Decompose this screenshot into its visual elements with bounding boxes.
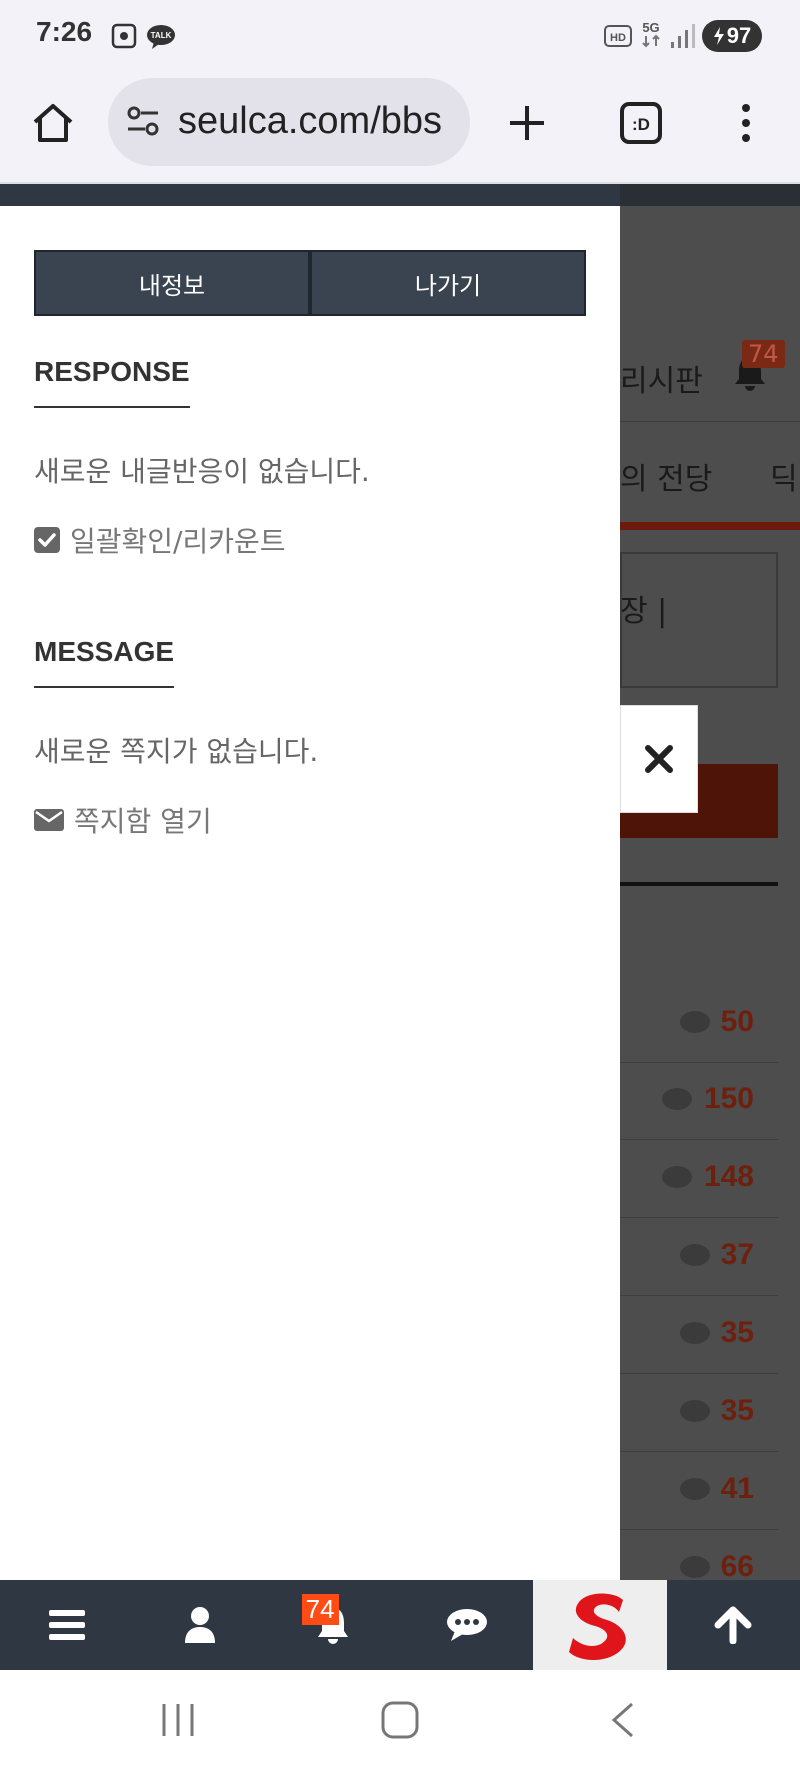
envelope-icon xyxy=(34,809,64,831)
comment-bubble-icon xyxy=(662,1088,692,1110)
background-list-row: 66 xyxy=(620,1532,778,1580)
arrow-up-icon xyxy=(714,1606,752,1644)
background-tab-text-2: 딕 xyxy=(770,462,798,497)
new-tab-icon[interactable] xyxy=(506,102,548,148)
background-list-row: 41 xyxy=(620,1454,778,1530)
comment-bubble-icon xyxy=(680,1400,710,1422)
background-list-row: 150 xyxy=(620,1064,778,1140)
background-box-text: 장 | xyxy=(620,594,668,629)
background-top-band xyxy=(620,184,800,206)
panel-button-row: 내정보 나가기 xyxy=(34,250,586,316)
comment-count: 50 xyxy=(720,1005,754,1038)
address-bar[interactable]: seulca.com/bbs xyxy=(108,78,470,166)
comment-bubble-icon xyxy=(662,1166,692,1188)
comment-bubble-icon xyxy=(680,1322,710,1344)
comment-count: 37 xyxy=(720,1238,754,1271)
background-list-row: 148 xyxy=(620,1142,778,1218)
response-empty-text: 새로운 내글반응이 없습니다. xyxy=(34,455,370,488)
my-info-button[interactable]: 내정보 xyxy=(34,250,310,316)
chat-icon xyxy=(446,1609,487,1641)
comment-bubble-icon xyxy=(680,1011,710,1033)
signal-icon xyxy=(670,22,696,54)
background-tab-text: 의 전당 xyxy=(620,462,713,497)
screenshot-icon xyxy=(110,22,138,54)
notification-badge: 74 xyxy=(301,1594,339,1625)
comment-count: 148 xyxy=(703,1160,754,1193)
scroll-top-button[interactable] xyxy=(667,1580,800,1670)
comment-count: 150 xyxy=(703,1082,754,1115)
browser-toolbar: seulca.com/bbs :D xyxy=(0,72,800,184)
menu-button[interactable] xyxy=(0,1580,133,1670)
message-section-title: MESSAGE xyxy=(34,636,175,688)
site-settings-icon[interactable] xyxy=(124,102,162,144)
comment-count: 35 xyxy=(720,1316,754,1349)
tab-switcher-icon[interactable]: :D xyxy=(618,100,664,150)
background-red-line xyxy=(620,522,800,530)
open-inbox-label: 쪽지함 열기 xyxy=(74,805,212,838)
recent-apps-icon[interactable] xyxy=(158,1700,198,1744)
close-icon xyxy=(645,745,673,773)
background-list-row: 37 xyxy=(620,1220,778,1296)
background-list-row: 50 xyxy=(620,987,778,1063)
comment-bubble-icon xyxy=(680,1478,710,1500)
menu-icon xyxy=(48,1610,85,1640)
user-icon xyxy=(184,1607,215,1643)
charging-icon xyxy=(713,27,724,45)
user-button[interactable] xyxy=(133,1580,266,1670)
background-divider xyxy=(620,882,778,886)
background-list-row: 35 xyxy=(620,1376,778,1452)
checkbox-checked-icon xyxy=(34,527,60,553)
network-5g-icon: 5G xyxy=(638,18,664,56)
close-panel-button[interactable] xyxy=(620,705,698,813)
message-empty-text: 새로운 쪽지가 없습니다. xyxy=(34,735,319,768)
open-inbox-link[interactable]: 쪽지함 열기 xyxy=(34,800,212,840)
logout-button[interactable]: 나가기 xyxy=(310,250,586,316)
comment-count: 66 xyxy=(720,1550,754,1580)
battery-indicator: 97 xyxy=(702,20,762,52)
home-icon[interactable] xyxy=(30,100,76,150)
back-icon[interactable] xyxy=(608,1700,638,1744)
more-options-icon[interactable] xyxy=(736,100,756,150)
response-section-title: RESPONSE xyxy=(34,356,190,408)
comment-count: 35 xyxy=(720,1394,754,1427)
bottom-app-nav: 74 xyxy=(0,1580,800,1670)
comment-count: 41 xyxy=(720,1472,754,1505)
svg-text:HD: HD xyxy=(610,32,626,44)
chat-button[interactable] xyxy=(400,1580,533,1670)
background-page-overlay[interactable]: 리시판 74 의 전당 딕 장 | 50 150 148 37 35 35 41… xyxy=(620,184,800,1580)
battery-level: 97 xyxy=(726,23,752,48)
notifications-button[interactable]: 74 xyxy=(267,1580,400,1670)
svg-text::D: :D xyxy=(632,115,650,134)
svg-text:TALK: TALK xyxy=(151,31,172,40)
background-list-row: 35 xyxy=(620,1298,778,1374)
talk-icon: TALK xyxy=(146,24,176,54)
svg-text:5G: 5G xyxy=(642,20,659,35)
background-nav-text: 리시판 xyxy=(620,364,703,399)
status-time: 7:26 xyxy=(36,16,93,47)
bulk-check-label: 일괄확인/리카운트 xyxy=(70,525,286,558)
comment-bubble-icon xyxy=(680,1556,710,1578)
side-panel: 내정보 나가기 RESPONSE 새로운 내글반응이 없습니다. 일괄확인/리카… xyxy=(0,184,620,1580)
comment-bubble-icon xyxy=(680,1244,710,1266)
home-button-icon[interactable] xyxy=(380,1700,420,1744)
system-nav-bar xyxy=(0,1670,800,1778)
bulk-check-link[interactable]: 일괄확인/리카운트 xyxy=(34,520,286,560)
status-bar: 7:26 TALK HD 5G 97 xyxy=(0,0,800,72)
url-text: seulca.com/bbs xyxy=(178,100,443,142)
hd-icon: HD xyxy=(604,24,632,52)
panel-top-band xyxy=(0,184,620,206)
background-notification-badge: 74 xyxy=(742,340,785,368)
site-logo xyxy=(568,1593,626,1660)
background-nav-row: 리시판 74 xyxy=(620,326,800,422)
site-logo-button[interactable] xyxy=(533,1580,667,1670)
